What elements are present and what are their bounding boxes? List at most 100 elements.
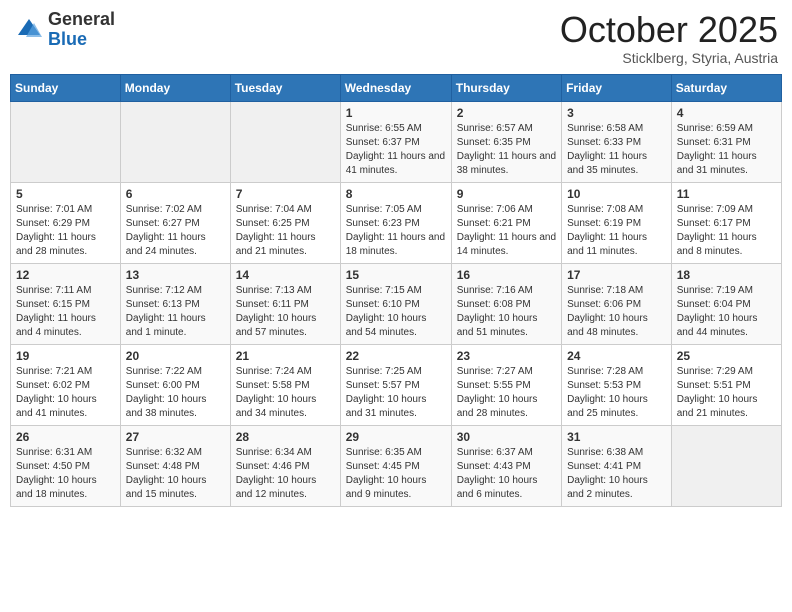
day-header-saturday: Saturday bbox=[671, 74, 781, 101]
day-number: 2 bbox=[457, 106, 556, 120]
day-info: Sunrise: 7:01 AMSunset: 6:29 PMDaylight:… bbox=[16, 203, 115, 259]
day-number: 27 bbox=[126, 430, 225, 444]
calendar-cell: 5 Sunrise: 7:01 AMSunset: 6:29 PMDaylight… bbox=[11, 182, 121, 263]
calendar-cell: 8Sunrise: 7:05 AMSunset: 6:23 PMDaylight… bbox=[340, 182, 451, 263]
calendar-cell: 12 Sunrise: 7:11 AMSunset: 6:15 PMDayligh… bbox=[11, 263, 121, 344]
day-number: 15 bbox=[346, 268, 446, 282]
day-header-friday: Friday bbox=[562, 74, 672, 101]
day-number: 16 bbox=[457, 268, 556, 282]
calendar-cell: 6 Sunrise: 7:02 AMSunset: 6:27 PMDaylight… bbox=[120, 182, 230, 263]
calendar-cell: 9Sunrise: 7:06 AMSunset: 6:21 PMDaylight… bbox=[451, 182, 561, 263]
week-row-4: 19 Sunrise: 7:21 AMSunset: 6:02 PMDayligh… bbox=[11, 344, 782, 425]
day-number: 26 bbox=[16, 430, 115, 444]
week-row-1: 1Sunrise: 6:55 AMSunset: 6:37 PMDaylight… bbox=[11, 101, 782, 182]
calendar-cell: 2 Sunrise: 6:57 AMSunset: 6:35 PMDaylight… bbox=[451, 101, 561, 182]
day-number: 30 bbox=[457, 430, 556, 444]
day-info: Sunrise: 7:06 AMSunset: 6:21 PMDaylight:… bbox=[457, 203, 556, 259]
logo-text: General Blue bbox=[48, 10, 115, 50]
logo-general: General bbox=[48, 10, 115, 30]
day-info: Sunrise: 7:18 AMSunset: 6:06 PMDaylight:… bbox=[567, 284, 666, 340]
calendar-cell: 4Sunrise: 6:59 AMSunset: 6:31 PMDaylight… bbox=[671, 101, 781, 182]
day-number: 3 bbox=[567, 106, 666, 120]
calendar-cell: 10 Sunrise: 7:08 AMSunset: 6:19 PMDayligh… bbox=[562, 182, 672, 263]
logo-blue: Blue bbox=[48, 30, 115, 50]
day-number: 19 bbox=[16, 349, 115, 363]
calendar-cell: 7 Sunrise: 7:04 AMSunset: 6:25 PMDaylight… bbox=[230, 182, 340, 263]
day-header-monday: Monday bbox=[120, 74, 230, 101]
calendar-cell: 11 Sunrise: 7:09 AMSunset: 6:17 PMDayligh… bbox=[671, 182, 781, 263]
day-number: 31 bbox=[567, 430, 666, 444]
calendar-cell bbox=[671, 425, 781, 506]
calendar-cell: 16 Sunrise: 7:16 AMSunset: 6:08 PMDayligh… bbox=[451, 263, 561, 344]
day-info: Sunrise: 7:27 AMSunset: 5:55 PMDaylight:… bbox=[457, 365, 556, 421]
day-header-tuesday: Tuesday bbox=[230, 74, 340, 101]
day-info: Sunrise: 6:38 AMSunset: 4:41 PMDaylight:… bbox=[567, 446, 666, 502]
day-number: 12 bbox=[16, 268, 115, 282]
calendar-cell: 3 Sunrise: 6:58 AMSunset: 6:33 PMDaylight… bbox=[562, 101, 672, 182]
day-number: 10 bbox=[567, 187, 666, 201]
day-info: Sunrise: 7:11 AMSunset: 6:15 PMDaylight:… bbox=[16, 284, 115, 340]
calendar-cell: 21 Sunrise: 7:24 AMSunset: 5:58 PMDayligh… bbox=[230, 344, 340, 425]
day-info: Sunrise: 6:37 AMSunset: 4:43 PMDaylight:… bbox=[457, 446, 556, 502]
day-header-wednesday: Wednesday bbox=[340, 74, 451, 101]
day-number: 6 bbox=[126, 187, 225, 201]
day-number: 18 bbox=[677, 268, 776, 282]
day-info: Sunrise: 6:31 AMSunset: 4:50 PMDaylight:… bbox=[16, 446, 115, 502]
day-number: 28 bbox=[236, 430, 335, 444]
calendar-cell: 14Sunrise: 7:13 AMSunset: 6:11 PMDayligh… bbox=[230, 263, 340, 344]
day-number: 4 bbox=[677, 106, 776, 120]
calendar-header: SundayMondayTuesdayWednesdayThursdayFrid… bbox=[11, 74, 782, 101]
day-info: Sunrise: 7:28 AMSunset: 5:53 PMDaylight:… bbox=[567, 365, 666, 421]
day-info: Sunrise: 7:12 AMSunset: 6:13 PMDaylight:… bbox=[126, 284, 225, 340]
day-info: Sunrise: 6:34 AMSunset: 4:46 PMDaylight:… bbox=[236, 446, 335, 502]
calendar-body: 1Sunrise: 6:55 AMSunset: 6:37 PMDaylight… bbox=[11, 101, 782, 506]
calendar-cell: 23 Sunrise: 7:27 AMSunset: 5:55 PMDayligh… bbox=[451, 344, 561, 425]
calendar-cell: 17Sunrise: 7:18 AMSunset: 6:06 PMDayligh… bbox=[562, 263, 672, 344]
day-number: 23 bbox=[457, 349, 556, 363]
day-info: Sunrise: 7:09 AMSunset: 6:17 PMDaylight:… bbox=[677, 203, 776, 259]
day-number: 7 bbox=[236, 187, 335, 201]
calendar-cell: 26 Sunrise: 6:31 AMSunset: 4:50 PMDayligh… bbox=[11, 425, 121, 506]
day-number: 21 bbox=[236, 349, 335, 363]
day-number: 11 bbox=[677, 187, 776, 201]
calendar-cell: 27Sunrise: 6:32 AMSunset: 4:48 PMDayligh… bbox=[120, 425, 230, 506]
day-info: Sunrise: 7:08 AMSunset: 6:19 PMDaylight:… bbox=[567, 203, 666, 259]
location: Sticklberg, Styria, Austria bbox=[560, 50, 778, 66]
day-info: Sunrise: 7:19 AMSunset: 6:04 PMDaylight:… bbox=[677, 284, 776, 340]
calendar-cell: 24Sunrise: 7:28 AMSunset: 5:53 PMDayligh… bbox=[562, 344, 672, 425]
calendar-table: SundayMondayTuesdayWednesdayThursdayFrid… bbox=[10, 74, 782, 507]
calendar-cell bbox=[120, 101, 230, 182]
day-number: 13 bbox=[126, 268, 225, 282]
calendar-cell: 18 Sunrise: 7:19 AMSunset: 6:04 PMDayligh… bbox=[671, 263, 781, 344]
day-number: 8 bbox=[346, 187, 446, 201]
day-info: Sunrise: 7:16 AMSunset: 6:08 PMDaylight:… bbox=[457, 284, 556, 340]
day-info: Sunrise: 6:58 AMSunset: 6:33 PMDaylight:… bbox=[567, 122, 666, 178]
calendar-cell: 30 Sunrise: 6:37 AMSunset: 4:43 PMDayligh… bbox=[451, 425, 561, 506]
day-info: Sunrise: 6:57 AMSunset: 6:35 PMDaylight:… bbox=[457, 122, 556, 178]
calendar-cell: 1Sunrise: 6:55 AMSunset: 6:37 PMDaylight… bbox=[340, 101, 451, 182]
calendar-cell: 28 Sunrise: 6:34 AMSunset: 4:46 PMDayligh… bbox=[230, 425, 340, 506]
day-info: Sunrise: 7:22 AMSunset: 6:00 PMDaylight:… bbox=[126, 365, 225, 421]
day-number: 14 bbox=[236, 268, 335, 282]
day-info: Sunrise: 7:02 AMSunset: 6:27 PMDaylight:… bbox=[126, 203, 225, 259]
month-title: October 2025 bbox=[560, 10, 778, 50]
day-info: Sunrise: 7:15 AMSunset: 6:10 PMDaylight:… bbox=[346, 284, 446, 340]
week-row-5: 26 Sunrise: 6:31 AMSunset: 4:50 PMDayligh… bbox=[11, 425, 782, 506]
week-row-3: 12 Sunrise: 7:11 AMSunset: 6:15 PMDayligh… bbox=[11, 263, 782, 344]
day-info: Sunrise: 6:35 AMSunset: 4:45 PMDaylight:… bbox=[346, 446, 446, 502]
logo-icon bbox=[14, 15, 44, 45]
calendar-cell: 19 Sunrise: 7:21 AMSunset: 6:02 PMDayligh… bbox=[11, 344, 121, 425]
calendar-cell bbox=[230, 101, 340, 182]
day-header-sunday: Sunday bbox=[11, 74, 121, 101]
day-info: Sunrise: 7:21 AMSunset: 6:02 PMDaylight:… bbox=[16, 365, 115, 421]
calendar-cell: 13 Sunrise: 7:12 AMSunset: 6:13 PMDayligh… bbox=[120, 263, 230, 344]
day-info: Sunrise: 7:24 AMSunset: 5:58 PMDaylight:… bbox=[236, 365, 335, 421]
day-info: Sunrise: 6:55 AMSunset: 6:37 PMDaylight:… bbox=[346, 122, 446, 178]
calendar-cell: 29Sunrise: 6:35 AMSunset: 4:45 PMDayligh… bbox=[340, 425, 451, 506]
logo: General Blue bbox=[14, 10, 115, 50]
day-info: Sunrise: 7:04 AMSunset: 6:25 PMDaylight:… bbox=[236, 203, 335, 259]
day-number: 25 bbox=[677, 349, 776, 363]
day-number: 5 bbox=[16, 187, 115, 201]
calendar-cell: 25Sunrise: 7:29 AMSunset: 5:51 PMDayligh… bbox=[671, 344, 781, 425]
title-block: October 2025 Sticklberg, Styria, Austria bbox=[560, 10, 778, 66]
